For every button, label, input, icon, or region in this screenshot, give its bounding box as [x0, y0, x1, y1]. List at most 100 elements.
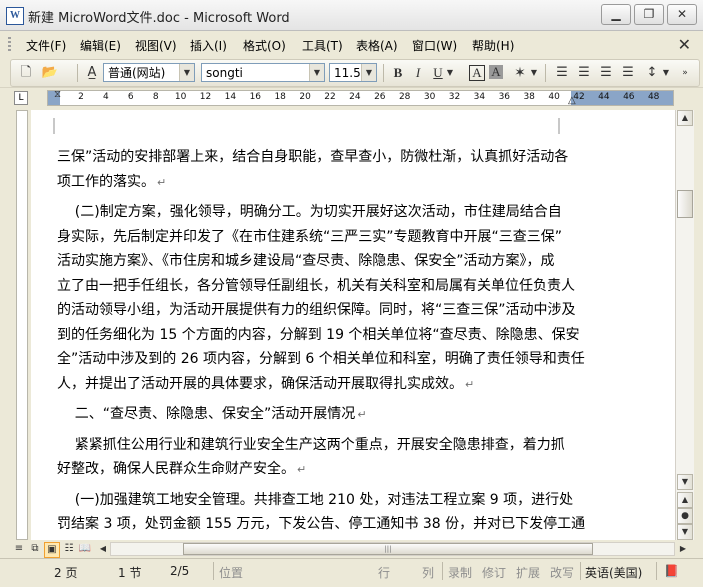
font-combobox[interactable]: songti ▼ — [201, 63, 325, 82]
doc-heading-line: 二、“查尽责、除隐患、保安全”活动开展情况 ↵ — [57, 406, 367, 422]
vertical-ruler[interactable] — [14, 110, 30, 540]
ruler-tick-label: 16 — [249, 92, 262, 102]
status-track-changes[interactable]: 修订 — [482, 564, 506, 581]
menu-file[interactable]: 文件(F) — [26, 37, 66, 54]
minimize-button[interactable]: ▁ — [601, 4, 631, 25]
style-combobox[interactable]: 普通(网站) ▼ — [103, 63, 195, 82]
open-folder-icon[interactable]: 📂 — [41, 64, 59, 82]
menu-table[interactable]: 表格(A) — [356, 37, 398, 54]
menu-format[interactable]: 格式(O) — [243, 37, 286, 54]
align-left-icon[interactable]: ☰ — [553, 64, 571, 82]
styles-pane-icon[interactable]: A̲ — [83, 64, 101, 82]
status-bar: 2 页 1 节 2/5 位置 行 列 录制 修订 扩展 改写 英语(美国) 📕 — [0, 558, 703, 587]
ruler-tick-label: 12 — [199, 92, 212, 102]
select-browse-object-icon[interactable]: ● — [677, 508, 693, 524]
align-center-icon[interactable]: ☰ — [575, 64, 593, 82]
previous-page-icon[interactable]: ▲ — [677, 492, 693, 508]
close-document-icon[interactable]: ✕ — [678, 35, 691, 54]
new-document-icon[interactable]: 🗋 — [17, 64, 35, 82]
maximize-button[interactable]: ❐ — [634, 4, 664, 25]
scroll-down-icon[interactable]: ▼ — [677, 474, 693, 490]
chevron-down-icon[interactable]: ▼ — [309, 64, 324, 81]
doc-line: 好整改，确保人民群众生命财产安全。 ↵ — [57, 461, 307, 477]
status-section: 1 节 — [118, 566, 142, 580]
chevron-down-icon[interactable]: ▼ — [445, 64, 455, 82]
doc-line: 人，并提出了活动开展的具体要求，确保活动开展取得扎实成效。 ↵ — [57, 375, 475, 392]
scroll-left-icon[interactable]: ◀ — [96, 542, 110, 556]
doc-line: 全”活动中涉及到的 26 项内容，分解到 6 个相关单位和科室，明确了责任领导和… — [57, 351, 585, 367]
character-border-button[interactable]: A — [469, 65, 485, 81]
italic-button[interactable]: I — [409, 64, 427, 82]
top-right-crop-mark — [558, 118, 560, 134]
menu-window[interactable]: 窗口(W) — [412, 37, 457, 54]
scroll-up-icon[interactable]: ▲ — [677, 110, 693, 126]
chevron-down-icon[interactable]: ▼ — [529, 64, 539, 82]
character-scaling-icon[interactable]: ✶ — [511, 64, 529, 82]
ruler-bar: L 2 4 6 8 10 12 14 16 18 20 22 24 26 28 30 32 34 36 38 40 42… — [0, 88, 703, 108]
status-record[interactable]: 录制 — [448, 564, 472, 581]
chevron-down-icon[interactable]: ▼ — [661, 64, 671, 82]
web-layout-view-icon[interactable]: ⧉ — [28, 542, 42, 556]
toolbar-options-icon[interactable]: » — [679, 64, 691, 82]
toolbar-divider — [383, 64, 384, 82]
menu-help[interactable]: 帮助(H) — [472, 37, 514, 54]
document-body[interactable]: 三保”活动的安排部署上来，结合自身职能，查早查小，防微杜渐，认真抓好活动各 项工… — [57, 145, 585, 537]
paragraph-mark: ↵ — [157, 175, 167, 189]
horizontal-scrollbar[interactable]: ||| — [110, 542, 675, 556]
document-area[interactable]: 三保”活动的安排部署上来，结合自身职能，查早查小，防微杜渐，认真抓好活动各 项工… — [31, 110, 675, 540]
toolbar-divider — [77, 64, 78, 82]
ruler-tick-label: 14 — [224, 92, 237, 102]
line-spacing-icon[interactable]: ↕ — [643, 64, 661, 82]
ruler-tick-label: 36 — [498, 92, 511, 102]
ruler-tick-label: 20 — [299, 92, 311, 102]
status-extend[interactable]: 扩展 — [516, 564, 540, 581]
font-size-combobox[interactable]: 11.5 ▼ — [329, 63, 377, 82]
bold-button[interactable]: B — [389, 64, 407, 82]
menu-tools[interactable]: 工具(T) — [302, 37, 343, 54]
doc-line: 身实际，先后制定并印发了《在市住建系统“三严三实”专题教育中开展“三查三保” — [57, 228, 563, 245]
character-shading-button[interactable]: A — [489, 65, 503, 79]
right-indent-marker-icon[interactable]: △ — [568, 95, 576, 106]
menu-grip-handle[interactable] — [8, 37, 11, 53]
toolbar-divider — [545, 64, 546, 82]
status-language: 英语(美国) — [585, 566, 643, 580]
menu-edit[interactable]: 编辑(E) — [80, 37, 121, 54]
spelling-grammar-status-icon[interactable]: 📕 — [664, 564, 679, 578]
doc-line: 活动实施方案》、《市住房和城乡建设局“查尽责、除隐患、保安全”活动方案》，成 — [57, 253, 555, 269]
paragraph-mark: ↵ — [297, 463, 307, 476]
menu-insert[interactable]: 插入(I) — [190, 37, 227, 54]
normal-view-icon[interactable]: ≡ — [12, 542, 26, 556]
justify-icon[interactable]: ☰ — [619, 64, 637, 82]
font-size-value: 11.5 — [334, 66, 361, 80]
ruler-tick-label: 2 — [78, 92, 84, 102]
outline-view-icon[interactable]: ☷ — [62, 542, 76, 556]
tab-selector-icon[interactable]: L — [14, 91, 28, 105]
indent-marker-icon[interactable]: ⧖ — [54, 89, 61, 100]
vertical-scrollbar[interactable]: ▲ ▼ ▲ ● ▼ — [675, 110, 694, 540]
status-overtype[interactable]: 改写 — [550, 564, 574, 581]
reading-layout-view-icon[interactable]: 📖 — [78, 542, 92, 556]
horizontal-scroll-thumb[interactable]: ||| — [183, 543, 593, 555]
align-right-icon[interactable]: ☰ — [597, 64, 615, 82]
document-page[interactable]: 三保”活动的安排部署上来，结合自身职能，查早查小，防微杜渐，认真抓好活动各 项工… — [31, 110, 621, 540]
status-page-of: 2/5 — [170, 564, 190, 578]
next-page-icon[interactable]: ▼ — [677, 524, 693, 540]
chevron-down-icon[interactable]: ▼ — [179, 64, 194, 81]
ruler-tick-label: 24 — [349, 92, 361, 102]
chevron-down-icon[interactable]: ▼ — [361, 64, 376, 81]
ruler-tick-label: 48 — [647, 92, 660, 102]
scroll-right-icon[interactable]: ▶ — [676, 542, 690, 556]
vertical-scroll-thumb[interactable] — [677, 190, 693, 218]
window-controls: ▁ ❐ ✕ — [601, 4, 697, 25]
close-button[interactable]: ✕ — [667, 4, 697, 25]
word-doc-icon[interactable]: W — [6, 7, 24, 25]
formatting-toolbar: 🗋 📂 A̲ 普通(网站) ▼ songti ▼ 11.5 ▼ B I U ▼ … — [0, 57, 703, 88]
ruler-tick-label: 44 — [598, 92, 610, 102]
horizontal-ruler[interactable]: 2 4 6 8 10 12 14 16 18 20 22 24 26 28 30 32 34 36 38 40 42 44… — [47, 89, 674, 106]
menu-view[interactable]: 视图(V) — [135, 37, 177, 54]
horizontal-scrollbar-row: ≡ ⧉ ▣ ☷ 📖 ◀ ||| ▶ — [0, 540, 703, 558]
ruler-tick-label: 40 — [548, 92, 560, 102]
doc-line: 三保”活动的安排部署上来，结合自身职能，查早查小，防微杜渐，认真抓好活动各 — [57, 149, 569, 165]
print-layout-view-icon[interactable]: ▣ — [44, 542, 60, 558]
doc-line: 项工作的落实。 ↵ — [57, 173, 167, 190]
